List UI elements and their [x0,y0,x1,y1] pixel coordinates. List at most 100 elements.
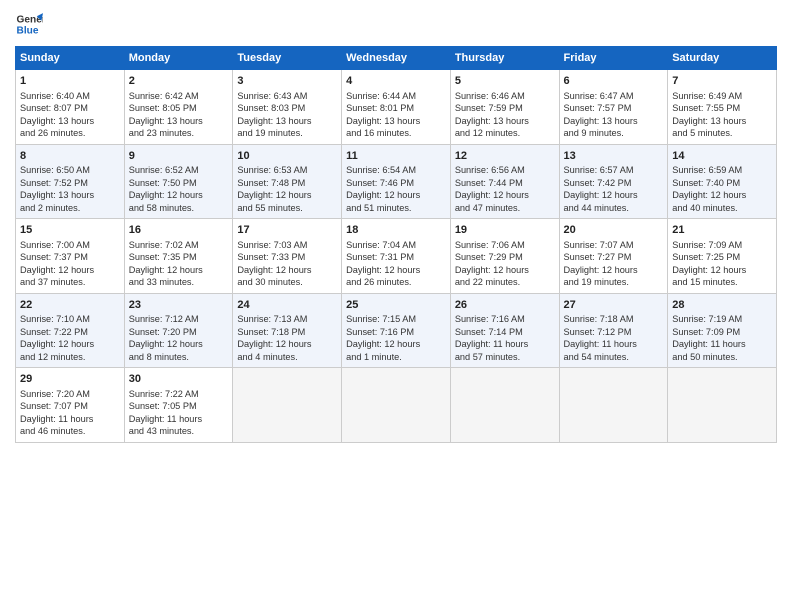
calendar-cell: 27Sunrise: 7:18 AMSunset: 7:12 PMDayligh… [559,293,668,368]
day-info-line: Daylight: 12 hours [237,264,337,276]
day-number: 21 [672,223,772,238]
day-info-line: Sunset: 7:12 PM [564,326,664,338]
day-number: 27 [564,298,664,313]
day-info-line: and 26 minutes. [346,276,446,288]
day-info-line: Daylight: 13 hours [20,189,120,201]
day-info-line: Sunset: 7:52 PM [20,177,120,189]
day-info-line: and 12 minutes. [20,351,120,363]
day-info-line: and 22 minutes. [455,276,555,288]
day-info-line: Sunset: 7:33 PM [237,251,337,263]
day-info-line: Daylight: 11 hours [129,413,229,425]
calendar-cell: 29Sunrise: 7:20 AMSunset: 7:07 PMDayligh… [16,368,125,443]
day-number: 1 [20,74,120,89]
col-header-friday: Friday [559,47,668,70]
day-info-line: Sunrise: 7:15 AM [346,313,446,325]
calendar-week-row: 15Sunrise: 7:00 AMSunset: 7:37 PMDayligh… [16,219,777,294]
day-info-line: Sunset: 7:40 PM [672,177,772,189]
calendar-cell: 23Sunrise: 7:12 AMSunset: 7:20 PMDayligh… [124,293,233,368]
day-number: 29 [20,372,120,387]
day-number: 13 [564,149,664,164]
day-info-line: Sunrise: 7:10 AM [20,313,120,325]
day-info-line: and 50 minutes. [672,351,772,363]
day-info-line: Sunrise: 6:52 AM [129,164,229,176]
day-number: 7 [672,74,772,89]
day-number: 25 [346,298,446,313]
day-info-line: Daylight: 13 hours [564,115,664,127]
day-number: 28 [672,298,772,313]
calendar-cell: 14Sunrise: 6:59 AMSunset: 7:40 PMDayligh… [668,144,777,219]
day-info-line: Daylight: 13 hours [237,115,337,127]
day-info-line: Sunset: 7:16 PM [346,326,446,338]
day-info-line: Sunrise: 6:56 AM [455,164,555,176]
day-info-line: Daylight: 12 hours [129,338,229,350]
day-info-line: Sunrise: 6:42 AM [129,90,229,102]
day-info-line: Sunrise: 7:12 AM [129,313,229,325]
day-info-line: Sunset: 8:07 PM [20,102,120,114]
calendar-cell: 11Sunrise: 6:54 AMSunset: 7:46 PMDayligh… [342,144,451,219]
day-number: 3 [237,74,337,89]
calendar-cell: 13Sunrise: 6:57 AMSunset: 7:42 PMDayligh… [559,144,668,219]
day-number: 18 [346,223,446,238]
day-info-line: Sunset: 7:22 PM [20,326,120,338]
calendar-cell: 1Sunrise: 6:40 AMSunset: 8:07 PMDaylight… [16,70,125,145]
calendar-week-row: 1Sunrise: 6:40 AMSunset: 8:07 PMDaylight… [16,70,777,145]
calendar-cell: 9Sunrise: 6:52 AMSunset: 7:50 PMDaylight… [124,144,233,219]
day-info-line: Daylight: 12 hours [346,338,446,350]
day-info-line: Sunset: 7:57 PM [564,102,664,114]
day-info-line: Sunset: 7:25 PM [672,251,772,263]
col-header-sunday: Sunday [16,47,125,70]
day-info-line: Daylight: 13 hours [20,115,120,127]
calendar-cell: 28Sunrise: 7:19 AMSunset: 7:09 PMDayligh… [668,293,777,368]
day-info-line: Sunset: 7:31 PM [346,251,446,263]
day-info-line: and 44 minutes. [564,202,664,214]
calendar-cell: 24Sunrise: 7:13 AMSunset: 7:18 PMDayligh… [233,293,342,368]
day-info-line: and 5 minutes. [672,127,772,139]
day-number: 15 [20,223,120,238]
day-info-line: Sunset: 7:14 PM [455,326,555,338]
day-info-line: and 15 minutes. [672,276,772,288]
day-info-line: and 1 minute. [346,351,446,363]
day-info-line: Sunset: 7:44 PM [455,177,555,189]
day-info-line: and 43 minutes. [129,425,229,437]
day-info-line: Sunrise: 7:03 AM [237,239,337,251]
day-info-line: Sunset: 8:01 PM [346,102,446,114]
calendar-cell [559,368,668,443]
calendar-cell [450,368,559,443]
day-info-line: Sunset: 7:09 PM [672,326,772,338]
calendar-cell: 8Sunrise: 6:50 AMSunset: 7:52 PMDaylight… [16,144,125,219]
day-number: 14 [672,149,772,164]
header-row: SundayMondayTuesdayWednesdayThursdayFrid… [16,47,777,70]
day-info-line: Sunrise: 6:59 AM [672,164,772,176]
day-info-line: and 58 minutes. [129,202,229,214]
calendar-cell: 6Sunrise: 6:47 AMSunset: 7:57 PMDaylight… [559,70,668,145]
day-info-line: and 40 minutes. [672,202,772,214]
day-info-line: and 4 minutes. [237,351,337,363]
day-info-line: Daylight: 11 hours [564,338,664,350]
day-number: 6 [564,74,664,89]
day-number: 4 [346,74,446,89]
day-info-line: and 30 minutes. [237,276,337,288]
day-info-line: Sunset: 7:05 PM [129,400,229,412]
day-number: 30 [129,372,229,387]
calendar-cell: 18Sunrise: 7:04 AMSunset: 7:31 PMDayligh… [342,219,451,294]
day-info-line: Sunrise: 7:00 AM [20,239,120,251]
day-info-line: Sunrise: 6:44 AM [346,90,446,102]
day-info-line: Sunset: 7:20 PM [129,326,229,338]
day-number: 26 [455,298,555,313]
day-number: 16 [129,223,229,238]
day-info-line: Sunset: 8:05 PM [129,102,229,114]
day-info-line: Sunrise: 6:47 AM [564,90,664,102]
col-header-wednesday: Wednesday [342,47,451,70]
day-number: 5 [455,74,555,89]
day-info-line: Sunset: 7:07 PM [20,400,120,412]
day-info-line: and 9 minutes. [564,127,664,139]
day-info-line: Sunrise: 7:07 AM [564,239,664,251]
day-info-line: Daylight: 12 hours [672,189,772,201]
day-info-line: and 19 minutes. [237,127,337,139]
day-info-line: and 8 minutes. [129,351,229,363]
calendar-cell: 7Sunrise: 6:49 AMSunset: 7:55 PMDaylight… [668,70,777,145]
calendar-cell: 19Sunrise: 7:06 AMSunset: 7:29 PMDayligh… [450,219,559,294]
day-info-line: Sunrise: 6:54 AM [346,164,446,176]
day-info-line: and 33 minutes. [129,276,229,288]
day-info-line: Sunrise: 7:13 AM [237,313,337,325]
